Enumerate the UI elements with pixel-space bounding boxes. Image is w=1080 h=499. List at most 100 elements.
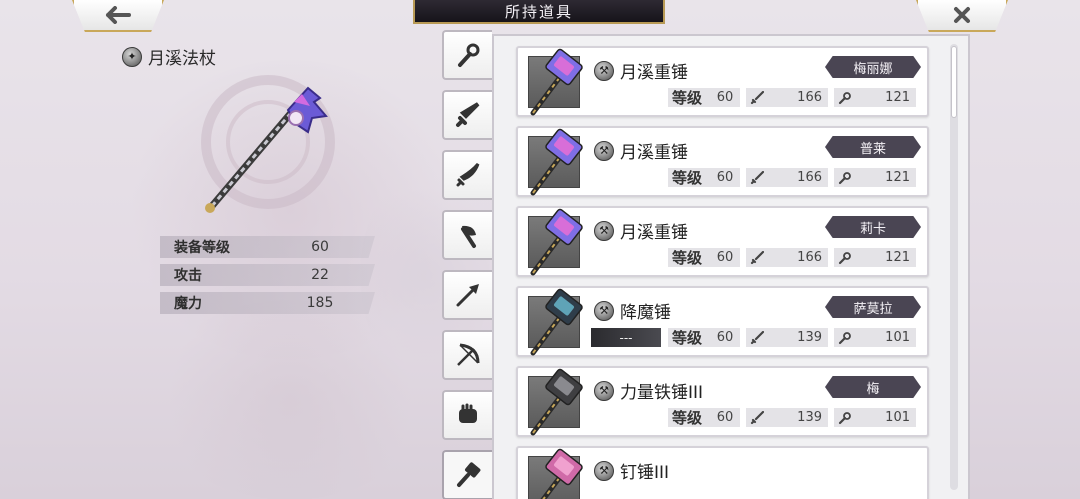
- attack-stat: 139: [746, 408, 828, 427]
- tab-spear[interactable]: [442, 270, 492, 320]
- magic-value: 121: [885, 250, 910, 265]
- sword-icon: [456, 102, 480, 127]
- stat-value: 60: [311, 239, 329, 255]
- stat-value: 185: [306, 295, 334, 311]
- item-title: ⚒ 月溪重锤: [594, 218, 688, 243]
- selected-item-name: 月溪法杖: [148, 49, 216, 69]
- item-title: ⚒ 力量铁锤III: [594, 378, 703, 403]
- magic-stat: 121: [834, 248, 916, 267]
- attack-icon: [746, 250, 768, 265]
- item-title: ⚒ 钉锤III: [594, 458, 669, 483]
- magic-icon: [834, 331, 856, 345]
- attack-stat: 166: [746, 248, 828, 267]
- magic-value: 121: [885, 90, 910, 105]
- list-item[interactable]: ⚒ 力量铁锤III 梅等级 60 139 101: [516, 366, 929, 437]
- attack-value: 139: [797, 330, 822, 345]
- stat-row: 攻击 22: [160, 264, 375, 286]
- attack-icon: [746, 410, 768, 425]
- level-stat: 等级 60: [668, 248, 740, 267]
- magic-stat: 101: [834, 328, 916, 347]
- level-value: 60: [716, 410, 734, 425]
- stats-panel: 装备等级 60 攻击 22 魔力 185: [160, 236, 375, 320]
- item-name: 月溪重锤: [620, 223, 688, 243]
- hammer-weapon-image: [530, 208, 583, 276]
- item-title: ⚒ 月溪重锤: [594, 138, 688, 163]
- fist-icon: [459, 403, 477, 423]
- hammer-weapon-image: [530, 48, 583, 116]
- tab-fist[interactable]: [442, 390, 492, 440]
- hammer-type-icon: ⚒: [594, 220, 614, 241]
- back-button[interactable]: [72, 0, 164, 32]
- staff-icon: [458, 43, 480, 67]
- level-label: 等级: [672, 169, 703, 187]
- level-value: 60: [716, 330, 734, 345]
- item-name: 月溪重锤: [620, 143, 688, 163]
- list-item[interactable]: ⚒ 钉锤III: [516, 446, 929, 499]
- hammer-type-icon: ⚒: [594, 380, 614, 401]
- attack-value: 139: [797, 410, 822, 425]
- magic-value: 121: [885, 170, 910, 185]
- category-tabs: [442, 30, 492, 499]
- item-thumbnail: [528, 128, 583, 196]
- attack-stat: 139: [746, 328, 828, 347]
- tab-staff[interactable]: [442, 30, 492, 80]
- owner-tag: 梅丽娜: [825, 56, 921, 78]
- selected-item-title: ✦ 月溪法杖: [122, 44, 216, 69]
- owner-tag: 莉卡: [825, 216, 921, 238]
- stat-label: 装备等级: [174, 240, 230, 256]
- attack-icon: [746, 90, 768, 105]
- attack-icon: [746, 170, 768, 185]
- attack-value: 166: [797, 90, 822, 105]
- item-thumbnail: [528, 48, 583, 116]
- hammer-type-icon: ⚒: [594, 140, 614, 161]
- list-item[interactable]: ⚒ 月溪重锤 莉卡等级 60 166 121: [516, 206, 929, 277]
- item-name: 钉锤III: [620, 463, 670, 483]
- level-stat: 等级 60: [668, 408, 740, 427]
- item-name: 降魔锤: [620, 303, 671, 323]
- tab-blade[interactable]: [442, 150, 492, 200]
- list-item[interactable]: ⚒ 月溪重锤 普莱等级 60 166 121: [516, 126, 929, 197]
- item-name: 力量铁锤III: [620, 383, 704, 403]
- level-stat: 等级 60: [668, 328, 740, 347]
- stat-label: 魔力: [174, 296, 202, 312]
- stat-label: 攻击: [174, 268, 202, 284]
- stat-row: 魔力 185: [160, 292, 375, 314]
- owner-tag: 萨莫拉: [825, 296, 921, 318]
- owner-tag: 普莱: [825, 136, 921, 158]
- level-stat: 等级 60: [668, 168, 740, 187]
- level-label: 等级: [672, 89, 703, 107]
- tab-bow[interactable]: [442, 330, 492, 380]
- attack-value: 166: [797, 250, 822, 265]
- hammer-icon: [457, 462, 481, 487]
- blade-icon: [456, 163, 480, 187]
- stat-value: 22: [311, 267, 329, 283]
- item-title: ⚒ 降魔锤: [594, 298, 671, 323]
- item-thumbnail: [528, 368, 583, 436]
- axe-icon: [461, 225, 476, 248]
- tab-axe[interactable]: [442, 210, 492, 260]
- attack-stat: 166: [746, 88, 828, 107]
- scrollbar-thumb[interactable]: [951, 46, 957, 118]
- hammer-weapon-image: [540, 448, 583, 499]
- close-button[interactable]: [916, 0, 1008, 32]
- attack-icon: [746, 330, 768, 345]
- spear-icon: [456, 284, 479, 307]
- attack-stat: 166: [746, 168, 828, 187]
- hammer-weapon-image: [530, 368, 583, 436]
- list-item[interactable]: ⚒ 月溪重锤 梅丽娜 等级 60 166 121: [516, 46, 929, 117]
- hammer-weapon-image: [530, 128, 583, 196]
- tab-hammer[interactable]: [442, 450, 492, 499]
- stat-row: 装备等级 60: [160, 236, 375, 258]
- attack-value: 166: [797, 170, 822, 185]
- list-item[interactable]: ⚒ 降魔锤 萨莫拉 --- 等级 60 139 101: [516, 286, 929, 357]
- magic-icon: [834, 91, 856, 105]
- tab-sword[interactable]: [442, 90, 492, 140]
- level-label: 等级: [672, 409, 703, 427]
- bow-icon: [457, 343, 480, 366]
- hammer-type-icon: ⚒: [594, 460, 614, 481]
- level-label: 等级: [672, 329, 703, 347]
- magic-icon: [834, 171, 856, 185]
- magic-stat: 101: [834, 408, 916, 427]
- item-thumbnail: [528, 448, 583, 499]
- level-stat: 等级 60: [668, 88, 740, 107]
